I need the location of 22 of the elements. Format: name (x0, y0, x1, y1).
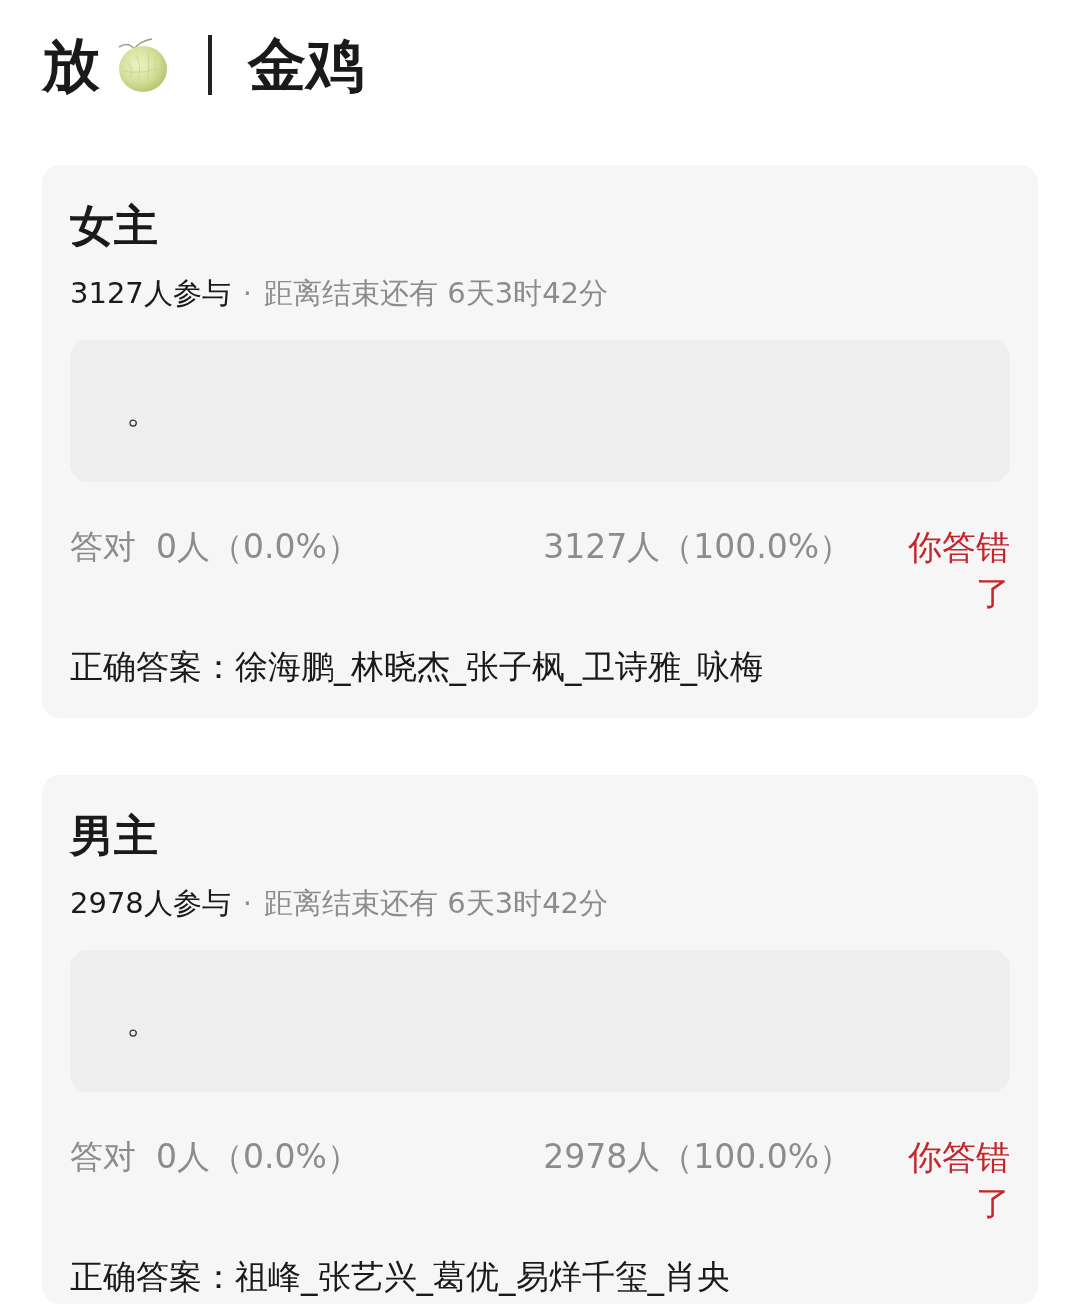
poll-title: 女主 (70, 199, 158, 253)
deadline-text: 距离结束还有 6天3时42分 (264, 885, 609, 922)
title-text: 放 (42, 30, 100, 100)
correct-label: 答对 (70, 526, 136, 568)
answer-text: 正确答案：徐海鹏_林晓杰_张子枫_卫诗雅_咏梅 (70, 646, 763, 688)
separator-dot: · (242, 275, 253, 312)
correct-label: 答对 (70, 1136, 136, 1178)
verdict-text: 你答错了 (907, 526, 1010, 615)
separator-dot: · (242, 885, 253, 922)
deadline-text: 距离结束还有 6天3时42分 (264, 275, 609, 312)
verdict-text: 你答错了 (907, 1136, 1010, 1225)
correct-count: 0人（0.0%） (156, 526, 360, 568)
wrong-count: 2978人（100.0%） (543, 1136, 852, 1178)
poll-title: 男主 (70, 809, 158, 863)
participant-count: 3127人参与 (70, 275, 231, 312)
poll-option[interactable]: 。 (70, 340, 1010, 482)
poll-option[interactable]: 。 (70, 950, 1010, 1092)
correct-count: 0人（0.0%） (156, 1136, 360, 1178)
answer-text: 正确答案：祖峰_张艺兴_葛优_易烊千玺_肖央 (70, 1256, 730, 1298)
wrong-count: 3127人（100.0%） (543, 526, 852, 568)
title-text: 金鸡 (248, 30, 364, 100)
participant-count: 2978人参与 (70, 885, 231, 922)
